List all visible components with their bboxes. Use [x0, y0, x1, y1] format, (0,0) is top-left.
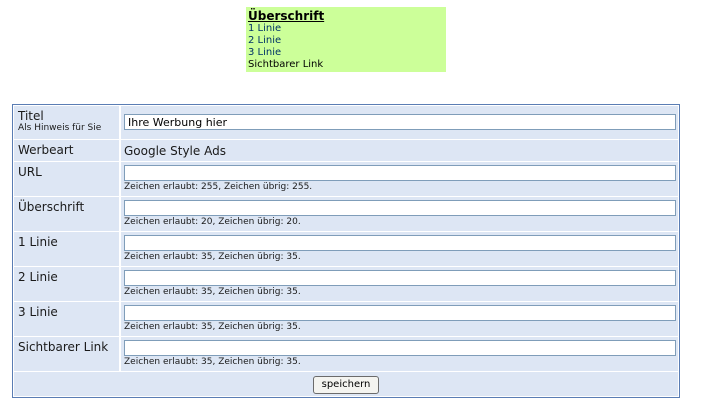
- linie-1-label: 1 Linie: [14, 232, 120, 266]
- werbeart-value: Google Style Ads: [124, 144, 226, 158]
- ad-preview-line-2: 2 Linie: [248, 35, 282, 46]
- sichtbarer-link-input-cell: Zeichen erlaubt: 35, Zeichen übrig: 35.: [121, 337, 678, 371]
- linie-2-counter: Zeichen erlaubt: 35, Zeichen übrig: 35.: [124, 287, 301, 297]
- save-button[interactable]: speichern: [312, 375, 380, 394]
- sichtbarer-link-counter: Zeichen erlaubt: 35, Zeichen übrig: 35.: [124, 357, 301, 367]
- url-input-cell: Zeichen erlaubt: 255, Zeichen übrig: 255…: [121, 162, 678, 196]
- ueberschrift-input[interactable]: [124, 200, 676, 216]
- titel-label-text: Titel: [18, 109, 44, 123]
- werbeart-label: Werbeart: [14, 140, 120, 161]
- form-row-linie-3: 3 Linie Zeichen erlaubt: 35, Zeichen übr…: [14, 302, 678, 337]
- ueberschrift-counter: Zeichen erlaubt: 20, Zeichen übrig: 20.: [124, 217, 301, 227]
- url-input[interactable]: [124, 165, 676, 181]
- werbeart-value-cell: Google Style Ads: [121, 140, 678, 161]
- form-row-linie-1: 1 Linie Zeichen erlaubt: 35, Zeichen übr…: [14, 232, 678, 267]
- sichtbarer-link-input[interactable]: [124, 340, 676, 356]
- linie-3-input[interactable]: [124, 305, 676, 321]
- form-row-url: URL Zeichen erlaubt: 255, Zeichen übrig:…: [14, 162, 678, 197]
- form-row-sichtbarer-link: Sichtbarer Link Zeichen erlaubt: 35, Zei…: [14, 337, 678, 372]
- sichtbarer-link-label: Sichtbarer Link: [14, 337, 120, 371]
- ueberschrift-label: Überschrift: [14, 197, 120, 231]
- linie-2-input-cell: Zeichen erlaubt: 35, Zeichen übrig: 35.: [121, 267, 678, 301]
- url-counter: Zeichen erlaubt: 255, Zeichen übrig: 255…: [124, 182, 313, 192]
- titel-input-cell: [121, 106, 678, 139]
- linie-1-input-cell: Zeichen erlaubt: 35, Zeichen übrig: 35.: [121, 232, 678, 266]
- ad-preview: Überschrift 1 Linie 2 Linie 3 Linie Sich…: [246, 7, 446, 72]
- linie-1-input[interactable]: [124, 235, 676, 251]
- ad-preview-title[interactable]: Überschrift: [248, 9, 444, 23]
- form-row-titel: Titel Als Hinweis für Sie: [14, 106, 678, 140]
- ad-preview-line-1: 1 Linie: [248, 23, 282, 34]
- url-label: URL: [14, 162, 120, 196]
- linie-3-label: 3 Linie: [14, 302, 120, 336]
- titel-input[interactable]: [124, 114, 676, 130]
- form-row-ueberschrift: Überschrift Zeichen erlaubt: 20, Zeichen…: [14, 197, 678, 232]
- form-row-werbeart: Werbeart Google Style Ads: [14, 140, 678, 162]
- linie-2-label: 2 Linie: [14, 267, 120, 301]
- ad-preview-visible-link[interactable]: Sichtbarer Link: [248, 59, 444, 71]
- form-footer: speichern: [14, 372, 678, 396]
- ueberschrift-input-cell: Zeichen erlaubt: 20, Zeichen übrig: 20.: [121, 197, 678, 231]
- ad-preview-line-3: 3 Linie: [248, 47, 282, 58]
- linie-3-counter: Zeichen erlaubt: 35, Zeichen übrig: 35.: [124, 322, 301, 332]
- linie-3-input-cell: Zeichen erlaubt: 35, Zeichen übrig: 35.: [121, 302, 678, 336]
- linie-1-counter: Zeichen erlaubt: 35, Zeichen übrig: 35.: [124, 252, 301, 262]
- form-row-linie-2: 2 Linie Zeichen erlaubt: 35, Zeichen übr…: [14, 267, 678, 302]
- titel-hint: Als Hinweis für Sie: [18, 123, 102, 133]
- ad-form: Titel Als Hinweis für Sie Werbeart Googl…: [12, 104, 680, 398]
- linie-2-input[interactable]: [124, 270, 676, 286]
- titel-label: Titel Als Hinweis für Sie: [14, 106, 120, 139]
